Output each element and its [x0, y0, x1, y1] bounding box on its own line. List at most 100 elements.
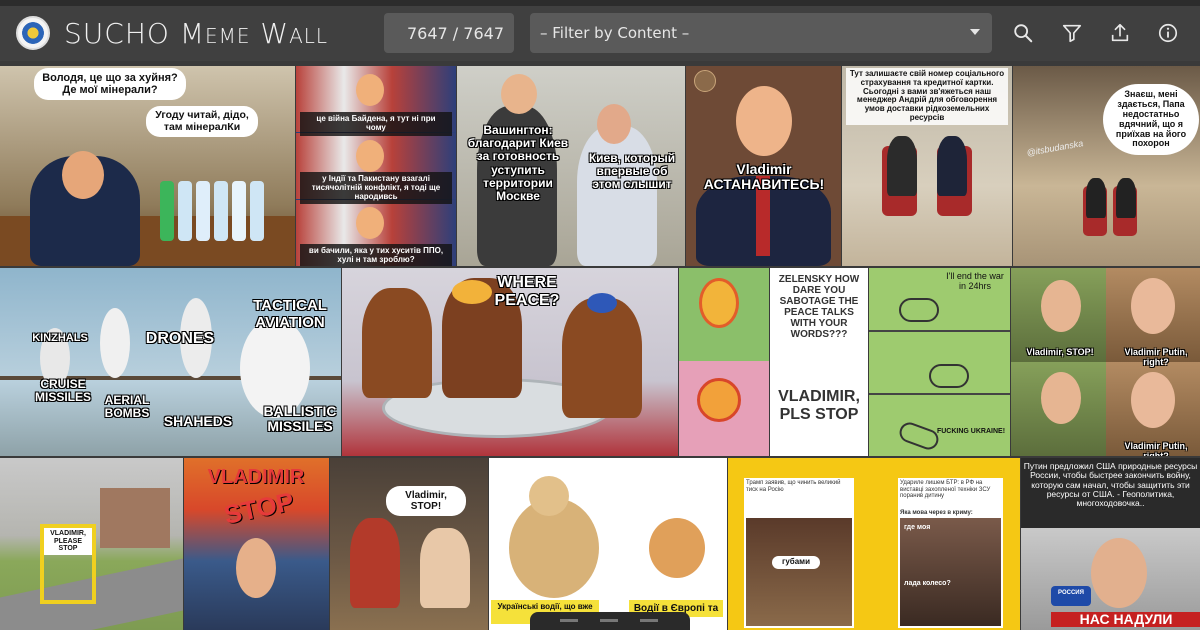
meme-tile-orangutans[interactable]: WHERE PEACE?: [342, 268, 678, 456]
filter-button[interactable]: [1059, 20, 1085, 46]
info-button[interactable]: [1155, 20, 1181, 46]
face: [62, 151, 104, 199]
house: [100, 488, 170, 548]
meme-caption: Вашингтон: благодарит Киев за готовность…: [467, 123, 569, 203]
movie-still: [900, 518, 1001, 626]
meme-tile-gate-sign[interactable]: VLADIMIR, PLEASE STOP: [0, 458, 183, 630]
meme-caption: Знаєш, мені здається, Папа недостатньо в…: [1103, 84, 1199, 156]
bicycle: [929, 364, 969, 388]
meme-caption: DRONES: [145, 330, 215, 347]
face: [1091, 538, 1147, 608]
flower: [699, 278, 739, 328]
meme-tile-doge[interactable]: Українські водії, що вже дію в Водії в Є…: [489, 458, 727, 630]
meme-caption: Vladimir Putin, right?: [1124, 347, 1188, 367]
meme-tile-news-reporter[interactable]: РОССИЯ Путин предложил США природные рес…: [1021, 458, 1200, 630]
title-prefix: SUCHO: [64, 17, 180, 50]
meme-caption: VLADIMIR, PLS STOP: [778, 388, 860, 423]
figure: [420, 528, 470, 608]
meme-tile-text-panels[interactable]: ZELENSKY HOW DARE YOU SABOTAGE THE PEACE…: [770, 268, 868, 456]
bottles: [160, 181, 285, 241]
meme-caption: где моя: [904, 524, 931, 531]
meme-caption: I'll end the war in 24hrs: [946, 271, 1004, 291]
meme-caption: SHAHEDS: [163, 413, 233, 429]
meme-caption: STOP: [221, 486, 297, 530]
meme-tile-anakin-padme[interactable]: Vladimir, STOP! Vladimir Putin, right? V…: [1011, 268, 1200, 456]
bottom-toolbar[interactable]: [530, 612, 690, 630]
meme-caption: Тут залишаєте свій номер соціального стр…: [846, 68, 1008, 125]
meme-caption: губами: [772, 556, 820, 569]
meme-caption: Vladimir АСТАНАВИТЕСЬ!: [703, 161, 825, 193]
figure: [1116, 178, 1136, 218]
meme-tile-three-panel[interactable]: це війна Байдена, я тут ні при чому у Ін…: [296, 66, 456, 266]
handle-icon: [560, 619, 578, 622]
face: [356, 140, 384, 172]
meme-caption: у Індії та Пакистану взагалі тисячолітні…: [300, 172, 452, 205]
search-icon: [1014, 24, 1033, 43]
movie-still: [746, 518, 852, 626]
face: [1131, 278, 1175, 334]
figure: [350, 518, 400, 608]
face: [356, 207, 384, 239]
meme-caption: Путин предложил США природные ресурсы Ро…: [1023, 461, 1198, 509]
handle-icon: [640, 619, 658, 622]
face: [356, 74, 384, 106]
meme-caption: BALLISTIC MISSILES: [263, 403, 337, 435]
content-filter-select[interactable]: – Filter by Content –: [530, 13, 992, 53]
meme-counter[interactable]: 7647 / 7647: [384, 13, 514, 53]
figure: [1086, 178, 1106, 218]
meme-tile-news-collage[interactable]: Трамп заявив, що чинить великий тиск на …: [728, 458, 1020, 630]
meme-caption: FUCKING UKRAINE!: [936, 428, 1006, 435]
meme-caption: Киев, который впервые об этом слышит: [588, 151, 676, 192]
meme-caption: AERIAL BOMBS: [104, 393, 150, 421]
watermark: @itsbudanska: [1025, 138, 1084, 158]
figure-right: [577, 126, 657, 266]
upload-icon: [1111, 23, 1129, 42]
orangutan: [362, 288, 432, 398]
chevron-down-icon: [970, 29, 980, 35]
meme-tile-papal-funeral[interactable]: @itsbudanska Знаєш, мені здається, Папа …: [1013, 66, 1200, 266]
meme-caption: VLADIMIR: [207, 466, 305, 488]
meme-caption: Vladimir, STOP!: [386, 486, 466, 516]
meme-tile-vladimir-stop[interactable]: Vladimir АСТАНАВИТЕСЬ!: [686, 66, 841, 266]
app-title: SUCHO Meme Wall: [64, 17, 328, 50]
meme-caption: Vladimir Putin, right?: [1124, 441, 1188, 456]
face: [501, 74, 537, 114]
meme-caption: Угоду читай, дідо, там мінералКи: [146, 106, 258, 138]
meme-tile-scream[interactable]: VLADIMIR STOP: [184, 458, 329, 630]
meme-caption: CRUISE MISSILES: [34, 377, 91, 405]
meme-tile-meeting-chairs[interactable]: Тут залишаєте свій номер соціального стр…: [842, 66, 1012, 266]
meme-tile-office-handshake[interactable]: Вашингтон: благодарит Киев за готовность…: [457, 66, 685, 266]
face: [1041, 372, 1081, 424]
divider: [869, 330, 1010, 332]
meme-caption: це війна Байдена, я тут ні при чому: [300, 112, 452, 136]
meme-caption: WHERE PEACE?: [494, 274, 560, 309]
meme-caption: лада колесо?: [904, 580, 951, 587]
meme-caption: Трамп заявив, що чинить великий тиск на …: [746, 480, 841, 493]
meme-tile-cuphead-flower[interactable]: [679, 268, 769, 456]
sign-text: VLADIMIR, PLEASE STOP: [44, 528, 92, 556]
face: [1131, 372, 1175, 428]
sucho-logo[interactable]: [16, 16, 50, 50]
figure-right: [937, 136, 967, 196]
mic-label: РОССИЯ: [1058, 590, 1084, 596]
meme-caption: ви бачили, яка у тих хуситів ППО, хулі н…: [300, 244, 452, 266]
meme-tile-bike-stick[interactable]: I'll end the war in 24hrs FUCKING UKRAIN…: [869, 268, 1010, 456]
face: [597, 104, 631, 144]
meme-caption: НАС НАДУЛИ: [1051, 611, 1200, 628]
figure-left: [887, 136, 917, 196]
meme-caption: TACTICAL AVIATION: [253, 297, 327, 331]
seal: [694, 70, 716, 92]
orangutan: [562, 298, 642, 418]
meme-tile-painting[interactable]: Vladimir, STOP!: [330, 458, 488, 630]
upload-button[interactable]: [1107, 20, 1133, 46]
meme-tile-seagulls[interactable]: KINZHALS DRONES TACTICAL AVIATION CRUISE…: [0, 268, 341, 456]
face: [236, 538, 276, 598]
meme-tile-trump-minerals[interactable]: Володя, це що за хуйня? Де мої мінерали?…: [0, 66, 295, 266]
divider: [869, 393, 1010, 395]
filter-placeholder: – Filter by Content –: [540, 24, 690, 42]
meme-caption: Яка мова через в криму:: [900, 510, 1001, 517]
search-button[interactable]: [1010, 20, 1036, 46]
bicycle: [896, 419, 942, 453]
info-icon: [1158, 23, 1178, 43]
handle-icon: [600, 619, 618, 622]
